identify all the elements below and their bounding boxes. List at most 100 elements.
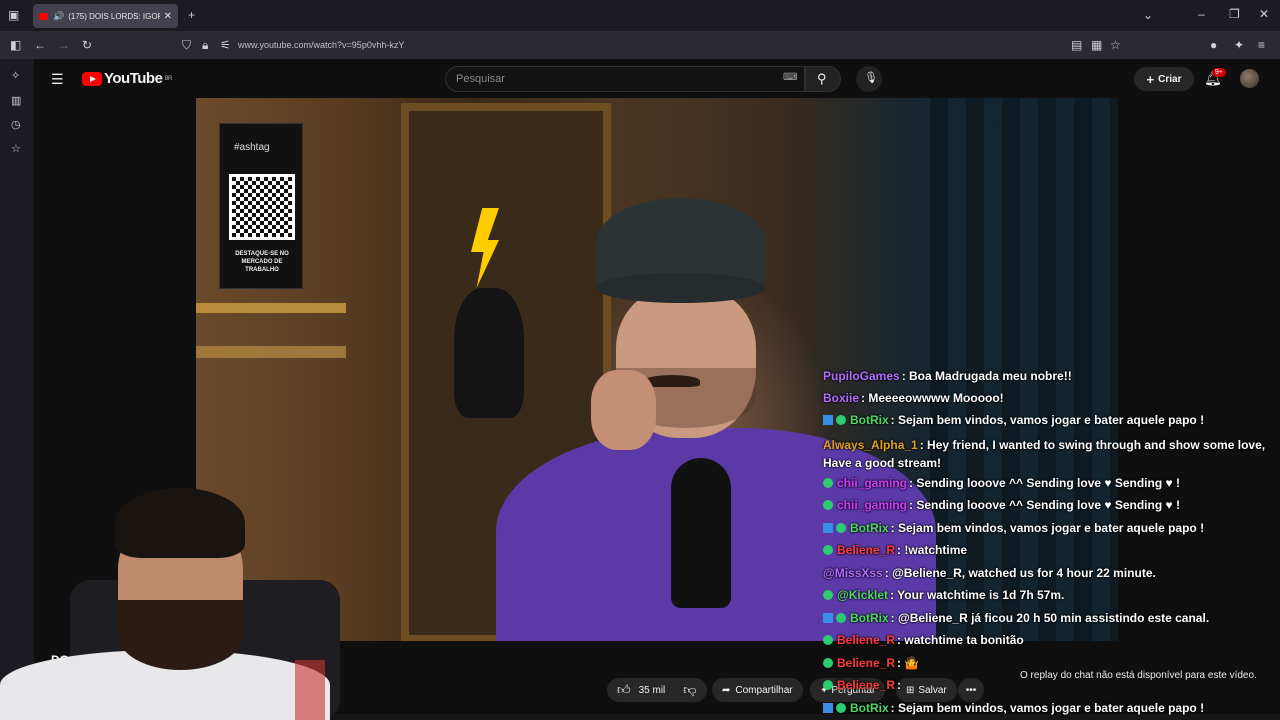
search-input[interactable]: Pesquisar <box>445 66 805 92</box>
tab-title: (175) DOIS LORDS: IGORFI <box>68 11 159 21</box>
chat-message: Beliene_R: !watchtime <box>823 543 967 558</box>
share-button[interactable]: ➦ Compartilhar <box>712 678 803 702</box>
chat-username: Always_Alpha_1 <box>823 438 918 452</box>
tab-list-icon[interactable]: ▣ <box>8 9 19 21</box>
more-icon: ••• <box>965 684 977 696</box>
thumbs-up-icon[interactable]: 👍︎ <box>617 682 631 698</box>
chat-message: Beliene_R: watchtime ta bonitão <box>823 633 1024 648</box>
chat-username: chii_gaming <box>837 476 908 490</box>
new-tab-icon[interactable]: + <box>188 9 195 21</box>
search-icon: ⚲ <box>817 71 827 86</box>
sponsor-caption: DESTAQUE-SE NO MERCADO DE TRABALHO <box>235 251 289 273</box>
extensions-icon[interactable]: ✦ <box>1234 39 1244 51</box>
lock-icon[interactable]: 🔒︎ <box>202 39 208 51</box>
youtube-logo[interactable]: YouTube BR <box>82 70 172 87</box>
browser-tab[interactable]: 🔊 (175) DOIS LORDS: IGORFI ✕ <box>33 4 178 28</box>
bookmark-star-icon[interactable]: ☆ <box>1110 39 1121 51</box>
bot-badge-icon <box>823 703 833 713</box>
chat-message: BotRix: Sejam bem vindos, vamos jogar e … <box>823 413 1204 428</box>
chevron-down-icon[interactable]: ⌄ <box>1143 9 1153 21</box>
chat-username: chii_gaming <box>837 498 908 512</box>
chat-message: @MissXss: @Beliene_R, watched us for 4 h… <box>823 566 1156 581</box>
batman-mask-decoration <box>454 288 524 418</box>
avatar[interactable] <box>1240 69 1259 88</box>
like-dislike-button[interactable]: 👍︎ 35 mil 👎︎ <box>607 678 707 702</box>
save-playlist-icon: ⊞ <box>906 684 915 696</box>
verified-badge-icon <box>823 500 833 510</box>
chat-text: : 🤷 <box>897 656 920 670</box>
chat-text: : Sending looove ^^ Sending love ♥ Sendi… <box>909 498 1180 512</box>
verified-badge-icon <box>823 658 833 668</box>
synced-tabs-icon[interactable]: ▥ <box>11 94 21 107</box>
search-button[interactable]: ⚲ <box>805 66 841 92</box>
chat-text: : @Beliene_R já ficou 20 h 50 min assist… <box>890 611 1210 625</box>
chat-message: BotRix: @Beliene_R já ficou 20 h 50 min … <box>823 611 1209 626</box>
save-label: Salvar <box>918 684 947 696</box>
plus-icon: + <box>1146 71 1155 87</box>
picture-in-picture-icon[interactable]: ▦ <box>1091 39 1102 51</box>
account-icon[interactable]: ● <box>1210 39 1217 51</box>
create-button[interactable]: + Criar <box>1134 67 1194 91</box>
verified-badge-icon <box>823 545 833 555</box>
chat-text: : Sejam bem vindos, vamos jogar e bater … <box>890 521 1205 535</box>
bot-badge-icon <box>823 415 833 425</box>
chat-text: : @Beliene_R, watched us for 4 hour 22 m… <box>884 566 1156 580</box>
reload-icon[interactable]: ↻ <box>82 39 92 51</box>
chat-username: Beliene_R <box>837 656 896 670</box>
logo-text: YouTube <box>104 70 163 87</box>
close-tab-icon[interactable]: ✕ <box>164 11 172 22</box>
verified-badge-icon <box>823 478 833 488</box>
rgb-light <box>295 660 325 720</box>
sidebar-toggle-icon[interactable]: ◧ <box>10 39 21 51</box>
more-actions-button[interactable]: ••• <box>958 678 984 702</box>
host-hand <box>591 370 656 450</box>
minimize-icon[interactable]: – <box>1198 8 1205 20</box>
streamer-webcam <box>0 480 350 720</box>
youtube-favicon-icon <box>39 12 48 20</box>
history-icon[interactable]: ◷ <box>11 118 21 131</box>
chat-message: @Kicklet: Your watchtime is 1d 7h 57m. <box>823 588 1064 603</box>
chat-username: Boxiie <box>823 391 860 405</box>
podcast-microphone <box>671 458 731 608</box>
verified-badge-icon <box>836 523 846 533</box>
chat-message: BotRix: Sejam bem vindos, vamos jogar e … <box>823 701 1204 716</box>
streamer-beard <box>118 600 243 670</box>
chat-username: BotRix <box>850 701 889 715</box>
permissions-icon[interactable]: ⚟ <box>220 39 231 51</box>
chat-text: : !watchtime <box>897 543 968 557</box>
chat-text: : Sejam bem vindos, vamos jogar e bater … <box>890 413 1205 427</box>
bookmarks-icon[interactable]: ☆ <box>11 142 21 155</box>
chat-text: : Meeeeowwww Mooooo! <box>861 391 1004 405</box>
hamburger-menu-icon[interactable]: ☰ <box>51 71 64 88</box>
share-label: Compartilhar <box>735 684 793 696</box>
browser-toolbar: ◧ ← → ↻ ⛉ 🔒︎ ⚟ www.youtube.com/watch?v=9… <box>0 31 1280 59</box>
close-window-icon[interactable]: ✕ <box>1259 8 1269 20</box>
chat-message: Beliene_R: 🤷 <box>823 656 919 671</box>
url-field[interactable]: www.youtube.com/watch?v=95p0vhh-kzY <box>238 40 404 50</box>
voice-search-button[interactable]: 🎙︎ <box>856 66 882 92</box>
save-button[interactable]: ⊞ Salvar <box>896 678 957 702</box>
back-icon[interactable]: ← <box>34 39 46 51</box>
chat-username: Beliene_R <box>837 678 896 692</box>
notification-badge: 9+ <box>1212 68 1226 77</box>
chat-message: Always_Alpha_1: Hey friend, I wanted to … <box>823 436 1278 472</box>
keyboard-icon[interactable]: ⌨ <box>783 72 797 83</box>
restore-icon[interactable]: ❐ <box>1229 8 1240 20</box>
shield-icon[interactable]: ⛉ <box>182 39 191 51</box>
chat-message: PupiloGames: Boa Madrugada meu nobre!! <box>823 369 1072 384</box>
menu-icon[interactable]: ≡ <box>1258 39 1265 51</box>
sponsor-logo: #ashtag <box>234 142 270 153</box>
reader-view-icon[interactable]: ▤ <box>1071 39 1082 51</box>
chat-message: BotRix: Sejam bem vindos, vamos jogar e … <box>823 521 1204 536</box>
ai-chat-icon[interactable]: ✧ <box>11 69 20 82</box>
forward-icon[interactable]: → <box>58 39 70 51</box>
chat-message: chii_gaming: Sending looove ^^ Sending l… <box>823 476 1180 491</box>
chat-text: : Sending looove ^^ Sending love ♥ Sendi… <box>909 476 1180 490</box>
verified-badge-icon <box>836 415 846 425</box>
chat-text: : watchtime ta bonitão <box>897 633 1024 647</box>
speaker-icon[interactable]: 🔊 <box>53 11 64 22</box>
chat-text: : <box>897 678 902 692</box>
chat-username: @Kicklet <box>837 588 889 602</box>
sponsor-qr-card: #ashtag DESTAQUE-SE NO MERCADO DE TRABAL… <box>219 123 303 289</box>
thumbs-down-icon[interactable]: 👎︎ <box>683 682 696 698</box>
